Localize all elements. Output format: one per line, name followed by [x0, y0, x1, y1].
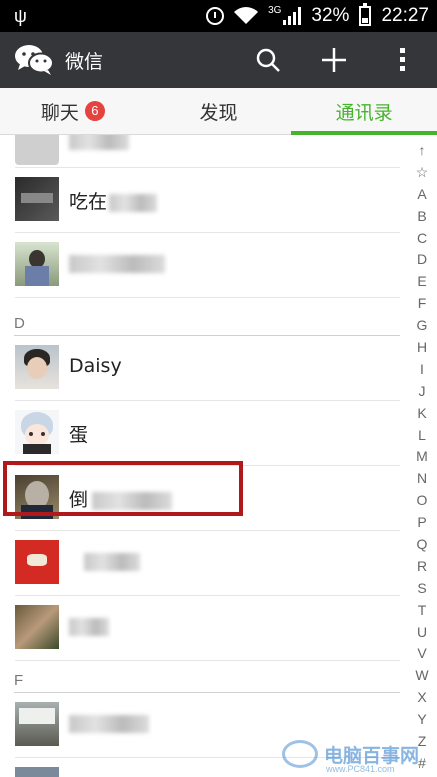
index-letter[interactable]: L [418, 425, 426, 447]
index-letter[interactable]: G [417, 315, 428, 337]
contact-row[interactable] [0, 135, 400, 167]
section-header-d: D [14, 315, 25, 332]
index-letter[interactable]: P [417, 512, 426, 534]
tab-contacts[interactable]: 通讯录 [291, 88, 437, 135]
index-letter[interactable]: O [417, 490, 428, 512]
index-letter[interactable]: V [417, 643, 426, 665]
app-title: 微信 [65, 51, 104, 73]
signal-icon [283, 7, 302, 25]
avatar [15, 605, 59, 649]
alphabet-index-bar[interactable]: ↑ ☆ A B C D E F G H I J K L M N O P Q R S T U V W X Y Z # [407, 140, 437, 777]
avatar [15, 242, 59, 286]
index-letter[interactable]: Q [417, 534, 428, 556]
contact-row[interactable]: 吃在 [0, 168, 400, 232]
index-letter[interactable]: I [420, 359, 424, 381]
index-letter[interactable]: F [418, 293, 427, 315]
blurred-name [69, 714, 149, 733]
index-letter[interactable]: Y [417, 709, 426, 731]
index-letter[interactable]: B [417, 206, 426, 228]
add-button[interactable] [316, 42, 352, 78]
index-letter[interactable]: U [417, 622, 427, 644]
index-letter[interactable]: H [417, 337, 427, 359]
overflow-menu-icon [400, 48, 405, 71]
action-bar: 微信 [0, 32, 437, 88]
index-letter[interactable]: W [415, 665, 428, 687]
wechat-logo-icon[interactable] [14, 43, 54, 77]
index-letter[interactable]: D [417, 249, 427, 271]
battery-percent: 32% [311, 5, 350, 26]
index-letter[interactable]: A [417, 184, 426, 206]
avatar [15, 410, 59, 454]
index-letter[interactable]: E [417, 271, 426, 293]
index-letter[interactable]: N [417, 468, 427, 490]
tab-discover-label: 发现 [199, 101, 238, 124]
contact-list[interactable]: 吃在 D Daisy 蛋 倒 F [0, 135, 400, 777]
contact-row[interactable] [0, 531, 400, 595]
tab-chats[interactable]: 聊天 6 [0, 88, 146, 134]
tab-contacts-label: 通讯录 [335, 101, 393, 124]
more-menu-button[interactable] [385, 42, 421, 78]
unread-badge: 6 [84, 101, 105, 121]
blurred-name [69, 135, 129, 150]
contact-row[interactable] [0, 596, 400, 660]
search-icon [256, 48, 280, 72]
avatar [15, 702, 59, 746]
index-letter[interactable]: ↑ [419, 140, 426, 162]
blurred-name [69, 254, 165, 273]
index-letter[interactable]: C [417, 228, 427, 250]
contact-row[interactable] [0, 233, 400, 297]
index-letter[interactable]: # [418, 753, 426, 775]
contact-name: 蛋 [69, 424, 89, 446]
contact-row[interactable]: Daisy [0, 336, 400, 400]
index-letter[interactable]: ☆ [416, 162, 429, 184]
watermark-url: www.PC841.com [326, 764, 395, 774]
tab-chats-label: 聊天 [40, 101, 79, 124]
tab-discover[interactable]: 发现 [146, 88, 292, 134]
contact-name: 吃在 [69, 191, 108, 213]
plus-icon [322, 48, 346, 72]
tab-bar: 聊天 6 发现 通讯录 [0, 88, 437, 135]
avatar [15, 540, 59, 584]
contact-row[interactable]: 蛋 [0, 401, 400, 465]
usb-icon: ψ [14, 6, 27, 26]
watermark-logo-icon [282, 740, 318, 768]
contact-name: Daisy [69, 355, 122, 377]
status-bar: ψ 3G 32% 22:27 [0, 0, 437, 32]
avatar [15, 177, 59, 221]
index-letter[interactable]: K [417, 403, 426, 425]
status-icons: 3G 32% 22:27 [206, 3, 429, 27]
index-letter[interactable]: S [417, 578, 426, 600]
blurred-name [84, 552, 140, 571]
search-button[interactable] [250, 42, 286, 78]
blurred-name [69, 617, 109, 636]
index-letter[interactable]: M [416, 446, 428, 468]
index-letter[interactable]: X [417, 687, 426, 709]
battery-icon [359, 3, 372, 26]
avatar [15, 135, 59, 165]
network-type: 3G [268, 4, 282, 16]
clock: 22:27 [381, 5, 429, 26]
wifi-icon [234, 7, 259, 25]
index-letter[interactable]: T [418, 600, 427, 622]
alarm-icon [206, 7, 225, 25]
avatar [15, 345, 59, 389]
highlight-box [3, 461, 243, 516]
index-letter[interactable]: J [419, 381, 426, 403]
avatar [15, 767, 59, 777]
watermark: 电脑百事网 www.PC841.com [282, 734, 419, 774]
section-header-f: F [14, 672, 24, 689]
index-letter[interactable]: R [417, 556, 427, 578]
